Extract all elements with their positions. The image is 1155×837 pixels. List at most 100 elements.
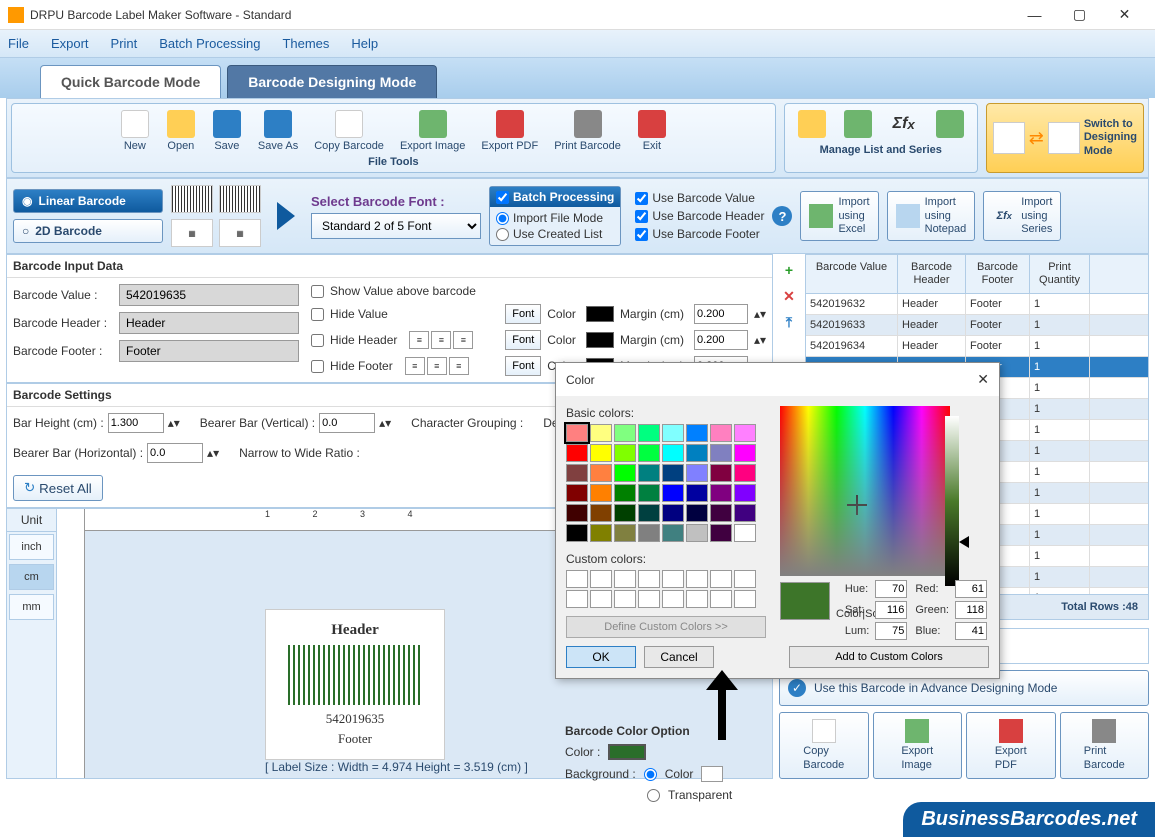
header-margin-input[interactable] [694, 330, 748, 350]
basic-color-swatch[interactable] [614, 444, 636, 462]
define-custom-button[interactable]: Define Custom Colors >> [566, 616, 766, 638]
help-icon[interactable]: ? [772, 206, 792, 226]
fx-button[interactable]: Σfx [883, 108, 925, 142]
basic-color-swatch[interactable] [662, 424, 684, 442]
menu-themes[interactable]: Themes [282, 36, 329, 51]
basic-color-swatch[interactable] [710, 424, 732, 442]
unit-inch[interactable]: inch [9, 534, 54, 560]
basic-color-swatch[interactable] [734, 464, 756, 482]
basic-color-swatch[interactable] [590, 484, 612, 502]
value-margin-input[interactable] [694, 304, 748, 324]
blue-input[interactable] [955, 622, 987, 640]
basic-color-swatch[interactable] [590, 504, 612, 522]
bearer-v-input[interactable] [319, 413, 375, 433]
basic-color-swatch[interactable] [710, 484, 732, 502]
unit-mm[interactable]: mm [9, 594, 54, 620]
print-barcode-button[interactable]: Print Barcode [548, 108, 627, 154]
basic-color-swatch[interactable] [710, 444, 732, 462]
color-cancel-button[interactable]: Cancel [644, 646, 714, 668]
header-color-swatch[interactable] [586, 332, 614, 348]
switch-mode-button[interactable]: ⇄ Switch toDesigningMode [986, 103, 1144, 173]
barcode-footer-input[interactable] [119, 340, 299, 362]
value-color-swatch[interactable] [586, 306, 614, 322]
color-ok-button[interactable]: OK [566, 646, 636, 668]
add-custom-button[interactable]: Add to Custom Colors [789, 646, 989, 668]
menu-print[interactable]: Print [111, 36, 138, 51]
grid-add-button[interactable]: + [779, 260, 799, 280]
basic-color-swatch[interactable] [614, 484, 636, 502]
save-as-button[interactable]: Save As [252, 108, 304, 154]
export-image-button[interactable]: Export Image [394, 108, 471, 154]
exit-button[interactable]: Exit [631, 108, 673, 154]
linear-barcode-radio[interactable]: ◉Linear Barcode [13, 189, 163, 213]
basic-color-swatch[interactable] [734, 524, 756, 542]
barcode-value-input[interactable] [119, 284, 299, 306]
basic-color-swatch[interactable] [614, 504, 636, 522]
hide-footer-check[interactable] [311, 360, 324, 373]
bearer-h-input[interactable] [147, 443, 203, 463]
basic-color-swatch[interactable] [590, 424, 612, 442]
edit-list-button[interactable] [791, 108, 833, 142]
copy-barcode-button[interactable]: Copy Barcode [308, 108, 390, 154]
basic-color-swatch[interactable] [734, 444, 756, 462]
header-font-button[interactable]: Font [505, 330, 541, 350]
basic-color-swatch[interactable] [566, 524, 588, 542]
luminance-bar[interactable] [945, 416, 959, 586]
hide-value-check[interactable] [311, 308, 324, 321]
basic-color-swatch[interactable] [614, 524, 636, 542]
open-button[interactable]: Open [160, 108, 202, 154]
color-dialog-close[interactable]: ✕ [977, 371, 989, 388]
bar-height-input[interactable] [108, 413, 164, 433]
basic-color-swatch[interactable] [734, 484, 756, 502]
export-image-action[interactable]: Export Image [873, 712, 963, 778]
basic-color-swatch[interactable] [662, 464, 684, 482]
2d-barcode-radio[interactable]: ○2D Barcode [13, 219, 163, 243]
red-input[interactable] [955, 580, 987, 598]
menu-batch[interactable]: Batch Processing [159, 36, 260, 51]
tab-quick-barcode[interactable]: Quick Barcode Mode [40, 65, 221, 98]
sat-input[interactable] [875, 601, 907, 619]
use-created-radio[interactable] [496, 228, 509, 241]
basic-color-swatch[interactable] [710, 504, 732, 522]
reset-all-button[interactable]: ↻Reset All [13, 475, 103, 501]
basic-color-swatch[interactable] [686, 464, 708, 482]
use-footer-check[interactable] [635, 228, 648, 241]
minimize-button[interactable]: — [1012, 1, 1057, 29]
basic-color-swatch[interactable] [590, 444, 612, 462]
basic-color-swatch[interactable] [566, 424, 588, 442]
excel-button[interactable] [837, 108, 879, 142]
basic-color-swatch[interactable] [566, 444, 588, 462]
copy-barcode-action[interactable]: Copy Barcode [779, 712, 869, 778]
green-input[interactable] [955, 601, 987, 619]
hide-header-check[interactable] [311, 334, 324, 347]
menu-help[interactable]: Help [351, 36, 378, 51]
value-font-button[interactable]: Font [505, 304, 541, 324]
refresh-button[interactable] [929, 108, 971, 142]
import-notepad-button[interactable]: Import using Notepad [887, 191, 976, 241]
table-row[interactable]: 542019633HeaderFooter1 [806, 315, 1148, 336]
luminance-arrow[interactable] [959, 536, 969, 548]
basic-color-swatch[interactable] [638, 484, 660, 502]
batch-checkbox[interactable] [496, 191, 509, 204]
barcode-color-swatch[interactable] [608, 744, 646, 760]
basic-color-swatch[interactable] [614, 464, 636, 482]
color-field[interactable] [780, 406, 950, 576]
print-barcode-action[interactable]: Print Barcode [1060, 712, 1150, 778]
use-value-check[interactable] [635, 192, 648, 205]
menu-file[interactable]: File [8, 36, 29, 51]
basic-color-swatch[interactable] [710, 524, 732, 542]
align-left[interactable]: ≡ [409, 331, 429, 349]
barcode-font-select[interactable]: Standard 2 of 5 Font [311, 213, 481, 239]
basic-color-swatch[interactable] [590, 524, 612, 542]
basic-color-swatch[interactable] [566, 464, 588, 482]
basic-color-swatch[interactable] [638, 464, 660, 482]
import-excel-button[interactable]: Import using Excel [800, 191, 878, 241]
grid-delete-button[interactable]: ✕ [779, 286, 799, 306]
use-header-check[interactable] [635, 210, 648, 223]
basic-color-swatch[interactable] [590, 464, 612, 482]
basic-color-swatch[interactable] [638, 504, 660, 522]
basic-color-swatch[interactable] [662, 524, 684, 542]
basic-color-swatch[interactable] [710, 464, 732, 482]
basic-color-swatch[interactable] [686, 444, 708, 462]
save-button[interactable]: Save [206, 108, 248, 154]
